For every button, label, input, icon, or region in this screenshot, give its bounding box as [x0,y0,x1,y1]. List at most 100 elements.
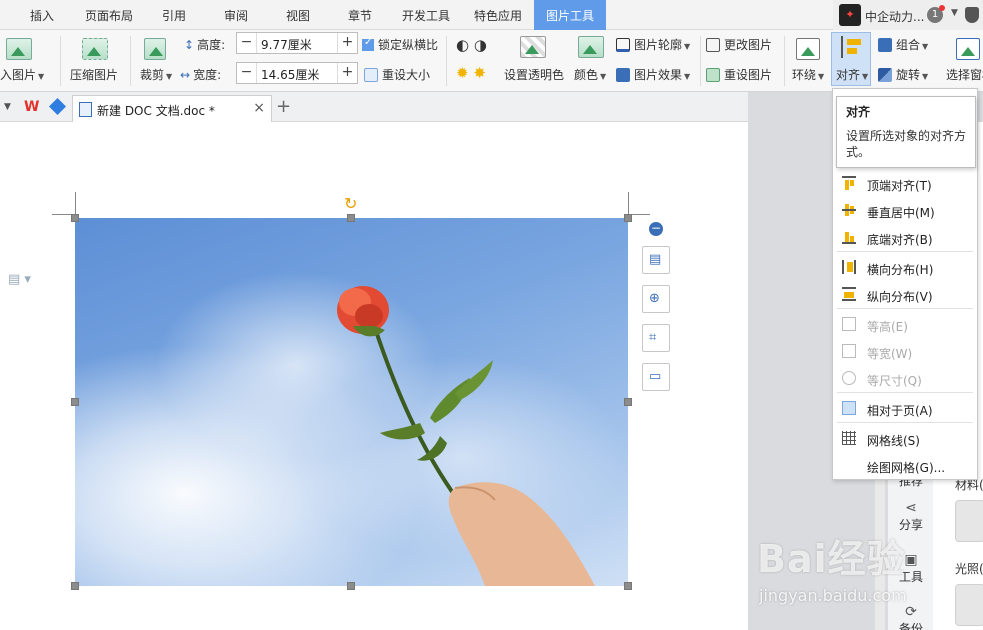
reset-size-icon [364,68,378,82]
lighting-thumbnail[interactable] [955,584,983,626]
tab-page-layout[interactable]: 页面布局 [74,0,144,30]
rotate-button[interactable]: 旋转 ▼ [878,66,928,83]
checkbox-checked-icon[interactable] [362,37,374,51]
rotate-handle-icon[interactable]: ↻ [344,194,357,213]
image-outline-label: 图片轮廓 [634,38,683,52]
wrap-button[interactable]: 环绕 ▼ [792,66,824,83]
crop-button[interactable]: 裁剪 ▼ [140,66,172,83]
layout-options-button[interactable]: ▤ [642,246,670,274]
lock-ratio-checkbox[interactable]: 锁定纵横比 [362,36,438,53]
image-effect-button[interactable]: 图片效果 ▼ [616,66,690,83]
collapse-icon[interactable]: − [649,222,663,236]
crop-tool-button[interactable]: ⌗ [642,324,670,352]
crop-label: 裁剪 [140,68,165,82]
menu-item-align-middle[interactable]: 垂直居中(M) [833,198,977,224]
menu-item-distribute-horizontal[interactable]: 横向分布(H) [833,255,977,281]
set-transparent-button[interactable]: 设置透明色 [504,66,564,83]
color-button[interactable]: 颜色 ▼ [574,66,606,83]
align-icon[interactable] [841,36,861,58]
menu-item-equal-size[interactable]: 等尺寸(Q) [833,366,977,392]
chevron-down-icon: ▼ [684,72,691,81]
menu-item-distribute-vertical[interactable]: 纵向分布(V) [833,282,977,308]
page-icon[interactable]: ▤ ▾ [8,272,31,287]
group-label: 组合 [896,38,921,52]
selection-pane-button[interactable]: 选择窗格 [946,66,983,83]
outline-icon [616,38,630,52]
user-account[interactable]: ✦ 中企动力... 1 ▼ [833,0,983,30]
material-thumbnail[interactable] [955,500,983,542]
width-value[interactable]: 14.65厘米 [261,66,319,83]
crop-icon [144,38,166,60]
user-name[interactable]: 中企动力... [865,8,924,25]
share-label: 分享 [898,518,923,532]
width-label: 宽度: [193,68,222,82]
reset-image-button[interactable]: 重设图片 [706,66,772,83]
selected-image[interactable] [75,218,628,586]
menu-item-drawing-grid[interactable]: 绘图网格(G)... [833,453,977,479]
color-label: 颜色 [574,68,599,82]
tab-developer[interactable]: 开发工具 [392,0,460,30]
chevron-down-icon[interactable]: ▼ [4,102,11,112]
tab-features[interactable]: 特色应用 [464,0,532,30]
menu-item-equal-width[interactable]: 等宽(W) [833,339,977,365]
group-button[interactable]: 组合 ▼ [878,36,928,53]
width-field[interactable]: − 14.65厘米 + [236,62,358,84]
tab-section[interactable]: 章节 [336,0,384,30]
align-label: 对齐 [836,68,861,82]
close-icon[interactable]: × [253,100,265,116]
tab-view[interactable]: 视图 [274,0,322,30]
tab-insert[interactable]: 插入 [18,0,66,30]
align-button[interactable]: 对齐 ▼ [836,66,868,83]
resize-handle[interactable] [71,214,79,222]
tab-references[interactable]: 引用 [150,0,198,30]
menu-item-gridlines[interactable]: 网格线(S) [833,426,977,452]
border-tool-button[interactable]: ▭ [642,363,670,391]
menu-item-equal-height[interactable]: 等高(E) [833,312,977,338]
insert-image-icon [6,38,32,60]
resize-handle[interactable] [347,582,355,590]
tab-picture-tools[interactable]: 图片工具 [534,0,606,30]
tab-review[interactable]: 审阅 [212,0,260,30]
resize-handle[interactable] [624,214,632,222]
leaf [455,360,493,400]
menu-item-relative-to-page[interactable]: 相对于页(A) [833,396,977,422]
height-control: ↕ 高度: [184,36,225,53]
wps-logo-icon[interactable]: W [24,99,42,115]
new-tab-button[interactable]: + [276,96,291,117]
avatar[interactable]: ✦ [839,4,861,26]
height-field[interactable]: − 9.77厘米 + [236,32,358,54]
height-decrease-button[interactable]: − [237,33,257,53]
menu-item-align-top[interactable]: 顶端对齐(T) [833,171,977,197]
scrollbar[interactable] [875,470,885,630]
contrast-icon[interactable]: ◐ ◑ [456,36,487,54]
equal-size-icon [842,371,856,385]
resize-handle[interactable] [71,582,79,590]
insert-image-button[interactable]: 入图片 ▼ [0,66,44,83]
width-increase-button[interactable]: + [337,63,357,83]
menu-item-align-bottom[interactable]: 底端对齐(B) [833,225,977,251]
reset-size-button[interactable]: 重设大小 [364,66,430,83]
relative-to-page-icon [842,401,856,415]
width-decrease-button[interactable]: − [237,63,257,83]
height-increase-button[interactable]: + [337,33,357,53]
height-value[interactable]: 9.77厘米 [261,36,312,53]
shield-icon[interactable] [965,7,979,23]
compress-image-button[interactable]: 压缩图片 [70,66,118,83]
zoom-preview-button[interactable]: ⊕ [642,285,670,313]
drawing-grid-icon [842,458,856,472]
resize-handle[interactable] [624,582,632,590]
chevron-down-icon[interactable]: ▼ [951,8,958,18]
resize-handle[interactable] [71,398,79,406]
backup-button[interactable]: ⟳ 备份 [888,604,934,630]
document-tab[interactable]: 新建 DOC 文档.doc * × [72,95,272,122]
brightness-icon[interactable]: ✹ ✸ [456,64,486,82]
change-image-button[interactable]: 更改图片 [706,36,772,53]
image-outline-button[interactable]: 图片轮廓 ▼ [616,36,690,53]
tools-button[interactable]: ▣ 工具 [888,552,934,585]
share-button[interactable]: ⋖ 分享 [888,500,934,533]
cube-icon[interactable] [49,98,66,115]
resize-handle[interactable] [347,214,355,222]
resize-handle[interactable] [624,398,632,406]
divider [700,36,701,86]
wrap-icon [796,38,820,60]
